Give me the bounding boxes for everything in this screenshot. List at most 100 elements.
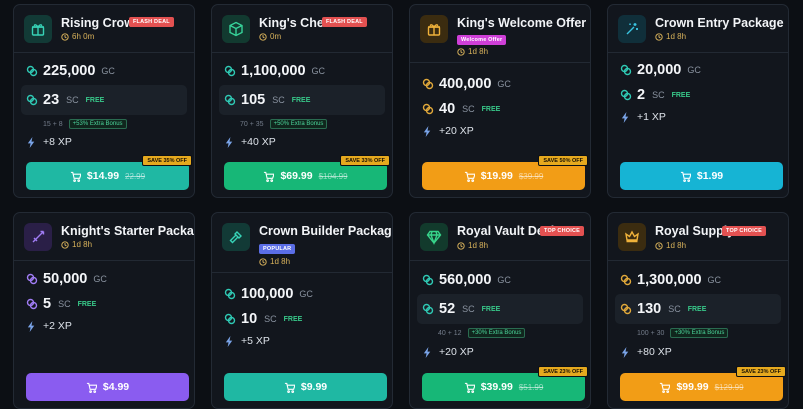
xp-text: +20 XP (439, 125, 474, 137)
xp-text: +8 XP (43, 136, 72, 148)
sc-unit: SC (66, 95, 79, 105)
clock-icon (457, 241, 465, 250)
price: $14.99 (86, 170, 120, 182)
gem-icon (420, 223, 448, 251)
coin-sc-icon (422, 303, 434, 315)
bolt-icon (621, 346, 629, 358)
cart-icon (464, 171, 475, 182)
offer-card-crown-builder-package: Crown Builder Package POPULAR 1d 8h 100,… (211, 212, 393, 409)
gc-amount: 20,000 (637, 62, 682, 78)
old-price: $104.99 (318, 171, 348, 181)
card-header: King's Welcome Offer Welcome Offer 1d 8h (410, 5, 590, 63)
gc-row: 225,000 GC (26, 63, 115, 79)
gift-icon (24, 15, 52, 43)
xp-row: +20 XP (422, 346, 474, 358)
coin-gc-icon (422, 78, 434, 90)
bolt-icon (27, 136, 35, 148)
buy-button[interactable]: $19.99 $39.99 SAVE 50% OFF (422, 155, 588, 190)
sc-unit: SC (272, 95, 285, 105)
old-price: $129.99 (714, 382, 744, 392)
buy-button[interactable]: $99.99 $129.99 SAVE 23% OFF (620, 366, 786, 401)
free-label: FREE (481, 305, 501, 313)
offer-card-kings-chest: King's Chest FLASH DEAL 0m 1,100,000 GC … (211, 4, 393, 198)
gc-amount: 1,100,000 (241, 63, 306, 79)
card-header: Royal Vault Deal TOP CHOICE 1d 8h (410, 213, 590, 261)
buy-button[interactable]: $39.99 $51.99 SAVE 23% OFF (422, 366, 588, 401)
coin-sc-icon (26, 298, 38, 310)
offer-card-knights-starter-package: Knight's Starter Package 1d 8h 50,000 GC… (13, 212, 195, 409)
sc-amount: 130 (637, 301, 662, 317)
buy-button[interactable]: $14.99 22.99 SAVE 35% OFF (26, 155, 192, 190)
buy-button[interactable]: $69.99 $104.99 SAVE 33% OFF (224, 155, 390, 190)
gc-unit: GC (299, 289, 313, 299)
clock-icon (259, 257, 267, 266)
gc-amount: 400,000 (439, 76, 492, 92)
card-title: Crown Builder Package (259, 224, 393, 238)
timer: 1d 8h (655, 32, 686, 41)
cart-icon (284, 382, 295, 393)
free-label: FREE (283, 315, 303, 323)
gc-amount: 100,000 (241, 286, 294, 302)
xp-text: +20 XP (439, 346, 474, 358)
free-label: FREE (687, 305, 707, 313)
cart-icon (464, 382, 475, 393)
sc-row: 2 SC FREE (620, 87, 690, 103)
welcome-offer-badge: Welcome Offer (457, 35, 507, 45)
sc-row: 5 SC FREE (26, 296, 96, 312)
card-title: Crown Entry Package (655, 16, 784, 30)
save-badge: SAVE 35% OFF (142, 155, 192, 166)
bolt-icon (27, 320, 35, 332)
sc-amount: 23 (43, 92, 60, 108)
xp-row: +20 XP (422, 125, 474, 137)
offer-card-royal-supply: Royal Supply TOP CHOICE 1d 8h 1,300,000 … (607, 212, 789, 409)
sc-row: 52 SC FREE (422, 301, 500, 317)
buy-button[interactable]: $4.99 (26, 373, 189, 401)
price: $4.99 (102, 381, 130, 393)
old-price: 22.99 (125, 171, 146, 181)
offer-card-crown-entry-package: Crown Entry Package 1d 8h 20,000 GC 2 SC… (607, 4, 789, 198)
sc-row: 10 SC FREE (224, 311, 302, 327)
bonus-calc: 70 + 35 (240, 120, 264, 128)
extra-bonus-tag: +30% Extra Bonus (670, 328, 729, 338)
price: $1.99 (696, 170, 724, 182)
price: $9.99 (300, 381, 328, 393)
wand-icon (618, 15, 646, 43)
gc-row: 560,000 GC (422, 272, 511, 288)
buy-button[interactable]: $1.99 (620, 162, 783, 190)
extra-bonus-tag: +30% Extra Bonus (467, 328, 526, 338)
gc-unit: GC (93, 274, 107, 284)
sc-amount: 52 (439, 301, 456, 317)
xp-text: +80 XP (637, 346, 672, 358)
timer: 1d 8h (655, 241, 686, 250)
xp-row: +40 XP (224, 136, 276, 148)
gc-row: 1,100,000 GC (224, 63, 325, 79)
gc-amount: 1,300,000 (637, 272, 702, 288)
sc-amount: 10 (241, 311, 258, 327)
save-badge: SAVE 23% OFF (538, 366, 588, 377)
gc-unit: GC (497, 275, 511, 285)
card-header: King's Chest FLASH DEAL 0m (212, 5, 392, 53)
top-choice-badge: TOP CHOICE (722, 226, 767, 236)
sc-row: 40 SC FREE (422, 101, 500, 117)
bolt-icon (423, 125, 431, 137)
gc-unit: GC (707, 275, 722, 285)
buy-button[interactable]: $9.99 (224, 373, 387, 401)
bolt-icon (225, 136, 233, 148)
timer-text: 1d 8h (270, 257, 291, 266)
sc-unit: SC (264, 314, 277, 324)
gc-amount: 225,000 (43, 63, 96, 79)
save-badge: SAVE 23% OFF (736, 366, 786, 377)
clock-icon (259, 32, 267, 41)
timer: 6h 0m (61, 32, 94, 41)
timer-text: 1d 8h (666, 241, 687, 250)
top-choice-badge: TOP CHOICE (540, 226, 585, 236)
sc-unit: SC (462, 304, 475, 314)
flash-deal-badge: FLASH DEAL (129, 17, 174, 27)
sc-row: 130 SC FREE (620, 301, 706, 317)
free-label: FREE (77, 300, 97, 308)
coin-sc-icon (224, 94, 236, 106)
bolt-icon (423, 346, 431, 358)
save-badge: SAVE 33% OFF (340, 155, 390, 166)
xp-text: +2 XP (43, 320, 72, 332)
timer-text: 0m (270, 32, 282, 41)
